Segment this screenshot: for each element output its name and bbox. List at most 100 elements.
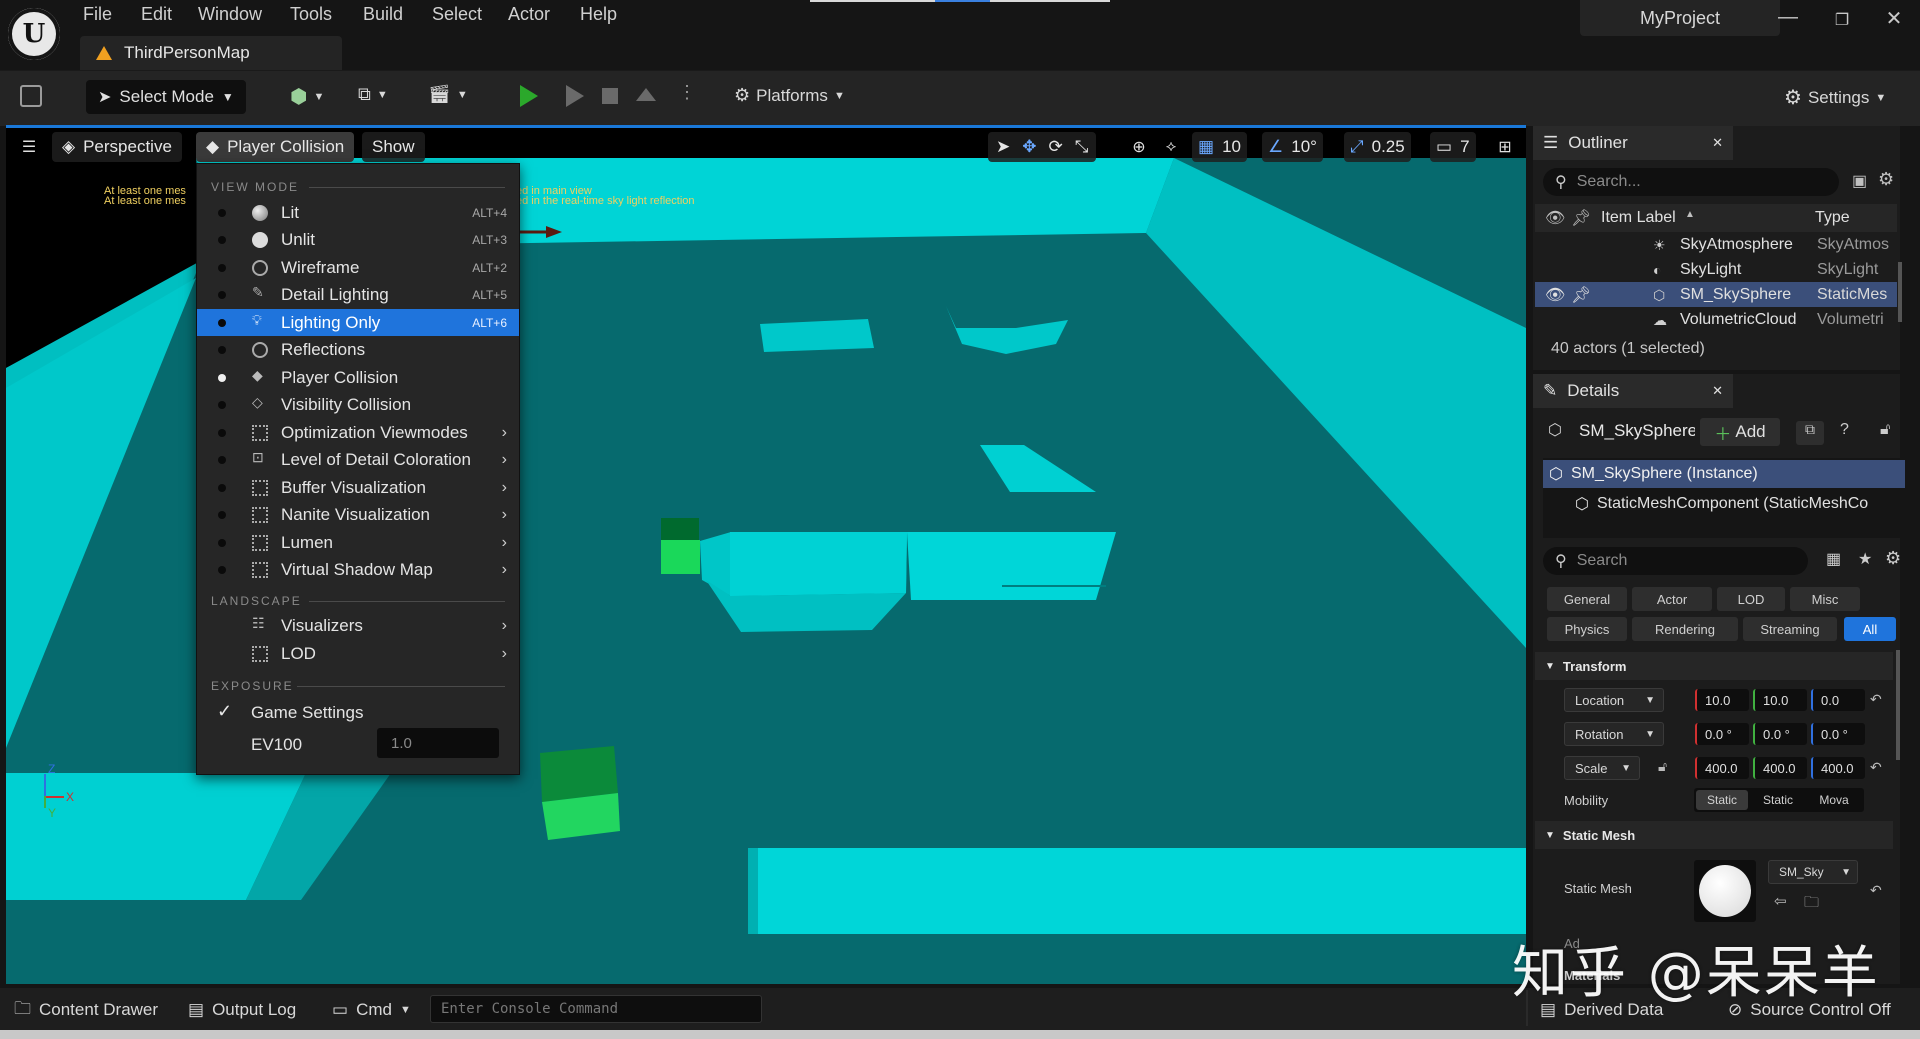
show-button[interactable]: Show [362,132,425,162]
location-z[interactable]: 0.0 [1811,689,1865,711]
rotation-dropdown[interactable]: Rotation ▼ [1564,722,1664,746]
menu-item-wireframe[interactable]: Wireframe ALT+2 [197,254,519,281]
menu-item-reflections[interactable]: Reflections [197,336,519,363]
world-space-icon[interactable]: ⊕ [1124,132,1154,162]
details-settings-icon[interactable]: ⚙ [1885,548,1901,569]
use-selected-icon[interactable]: ⇦ [1774,892,1787,910]
menu-item-game-settings[interactable]: ✓ Game Settings [197,699,519,726]
eject-button[interactable] [636,88,656,101]
location-dropdown[interactable]: Location ▼ [1564,688,1664,712]
mobility-stationary[interactable]: Static [1752,790,1804,810]
scale-lock-icon[interactable]: 🔓︎ [1658,758,1667,775]
move-tool-icon[interactable]: ✥ [1022,137,1036,157]
menu-item-optimization-viewmodes[interactable]: Optimization Viewmodes › [197,419,519,446]
outliner-row[interactable]: ◐ SkyLight SkyLight [1535,257,1897,282]
menu-item-lod-coloration[interactable]: ⊡ Level of Detail Coloration › [197,446,519,473]
outliner-search[interactable]: ⚲ Search... [1543,168,1839,196]
mesh-thumbnail[interactable] [1694,860,1756,922]
rotation-x[interactable]: 0.0 ° [1695,723,1749,745]
ev100-input[interactable]: 1.0 [377,728,499,758]
rotation-y[interactable]: 0.0 ° [1753,723,1807,745]
reset-scale-icon[interactable]: ↶ [1870,759,1882,776]
viewport-menu-icon[interactable]: ☰ [14,132,44,162]
add-folder-icon[interactable]: ▣ [1852,171,1867,191]
item-label-column[interactable]: Item Label [1601,209,1676,227]
filter-actor[interactable]: Actor [1632,587,1712,611]
component-instance-row[interactable]: ⬡ SM_SkySphere (Instance) [1543,460,1905,488]
mobility-static-selected[interactable]: Static [1696,790,1748,810]
menu-build[interactable]: Build [363,4,403,25]
view-mode-button[interactable]: ◆ Player Collision [196,132,355,162]
menu-item-virtual-shadow-map[interactable]: Virtual Shadow Map › [197,556,519,583]
location-y[interactable]: 10.0 [1753,689,1807,711]
visibility-eye-icon[interactable]: 👁︎ [1545,285,1565,305]
blueprint-convert-icon[interactable]: ⧉ [1796,421,1824,445]
stop-button[interactable] [602,88,618,104]
play-options-icon[interactable]: ⋮ [678,82,696,103]
outliner-row[interactable]: ☀ SkyAtmosphere SkyAtmos [1535,232,1897,257]
blueprint-button[interactable]: ⧉ ▼ [358,84,388,105]
menu-item-lod[interactable]: LOD › [197,640,519,667]
scale-tool-icon[interactable]: ⤡ [1075,137,1089,157]
outliner-scrollbar[interactable] [1898,262,1902,322]
cinematics-button[interactable]: 🎬︎ ▼ [428,84,468,105]
pin-icon[interactable]: 📌︎ [1571,285,1591,305]
filter-general[interactable]: General [1547,587,1627,611]
transform-category[interactable]: ▼ Transform [1535,652,1893,680]
location-x[interactable]: 10.0 [1695,689,1749,711]
mobility-movable[interactable]: Mova [1808,790,1860,810]
close-window-icon[interactable]: ✕ [1874,6,1914,31]
close-tab-icon[interactable]: ✕ [1712,383,1723,399]
unreal-logo-icon[interactable]: U [8,8,60,60]
menu-file[interactable]: File [83,4,112,25]
menu-item-player-collision[interactable]: ◆ Player Collision [197,364,519,391]
outliner-row-selected[interactable]: 👁︎ 📌︎ ⬡ SM_SkySphere StaticMes [1535,282,1897,307]
select-mode-dropdown[interactable]: ➤ Select Mode ▼ [86,80,246,114]
scale-z[interactable]: 400.0 [1811,757,1865,779]
settings-button[interactable]: ⚙ Settings ▼ [1784,85,1886,110]
platforms-button[interactable]: ⚙ Platforms ▼ [734,85,845,106]
rotation-snap-button[interactable]: ∠ 10° [1262,132,1323,162]
scale-y[interactable]: 400.0 [1753,757,1807,779]
filter-physics[interactable]: Physics [1547,617,1627,641]
output-log-button[interactable]: ▤ Output Log [188,996,296,1024]
add-actor-button[interactable]: ⬢ ▼ [290,84,324,109]
menu-actor[interactable]: Actor [508,4,550,25]
menu-item-buffer-visualization[interactable]: Buffer Visualization › [197,474,519,501]
menu-item-visibility-collision[interactable]: ◇ Visibility Collision [197,391,519,418]
content-drawer-button[interactable]: 🗀︎ Content Drawer [14,996,158,1024]
table-view-icon[interactable]: ▦ [1826,549,1841,569]
scale-dropdown[interactable]: Scale ▼ [1564,756,1640,780]
type-column[interactable]: Type [1815,209,1850,227]
tab-thirdpersonmap[interactable]: ThirdPersonMap [80,36,342,70]
static-mesh-category[interactable]: ▼ Static Mesh [1535,821,1893,849]
object-name[interactable]: SM_SkySphere [1579,421,1695,441]
favorites-star-icon[interactable]: ★ [1858,549,1872,569]
outliner-settings-icon[interactable]: ⚙ [1878,169,1894,190]
grid-snap-button[interactable]: ▦ 10 [1192,132,1247,162]
menu-item-lit[interactable]: Lit ALT+4 [197,199,519,226]
menu-item-lumen[interactable]: Lumen › [197,529,519,556]
details-search[interactable]: ⚲ Search [1543,547,1808,575]
reset-mesh-icon[interactable]: ↶ [1870,882,1882,899]
menu-select[interactable]: Select [432,4,482,25]
details-scrollbar[interactable] [1896,650,1900,760]
help-icon[interactable]: ? [1840,421,1849,439]
filter-streaming[interactable]: Streaming [1743,617,1837,641]
minimize-icon[interactable]: — [1768,6,1808,29]
menu-item-visualizers[interactable]: ☷ Visualizers › [197,612,519,639]
menu-item-nanite-visualization[interactable]: Nanite Visualization › [197,501,519,528]
browse-icon[interactable]: 🗀︎ [1804,892,1819,917]
filter-all[interactable]: All [1844,617,1896,641]
rotate-tool-icon[interactable]: ⟳ [1049,137,1063,157]
rotation-z[interactable]: 0.0 ° [1811,723,1865,745]
menu-edit[interactable]: Edit [141,4,172,25]
cmd-dropdown[interactable]: ▭ Cmd ▼ [332,996,411,1024]
reset-location-icon[interactable]: ↶ [1870,691,1882,708]
menu-item-detail-lighting[interactable]: ✎ Detail Lighting ALT+5 [197,281,519,308]
maximize-viewport-icon[interactable]: ⊞ [1490,132,1520,162]
filter-lod[interactable]: LOD [1717,587,1785,611]
perspective-button[interactable]: ◈ Perspective [52,132,182,162]
play-button[interactable] [520,84,544,108]
surface-snap-icon[interactable]: ⟡ [1156,132,1186,162]
